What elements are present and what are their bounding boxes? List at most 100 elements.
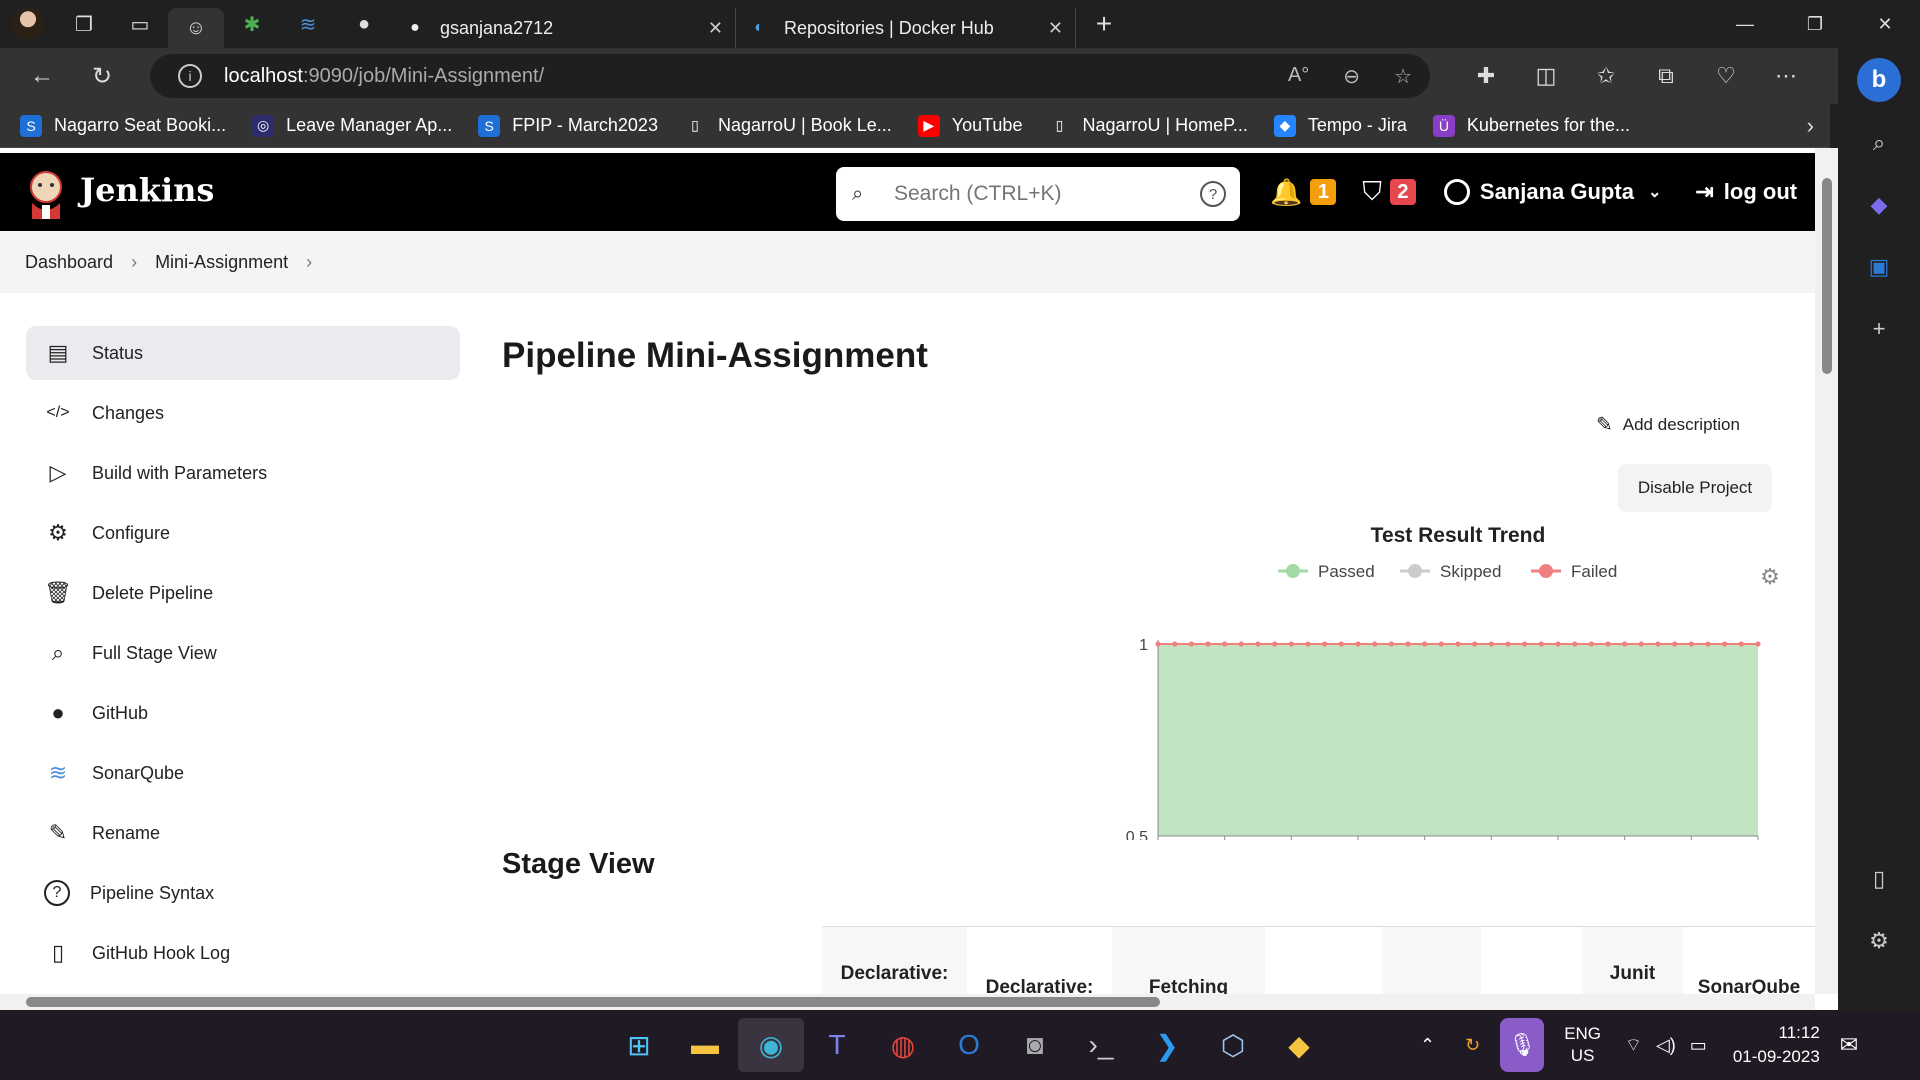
wifi-icon[interactable]: ⌔ [1625,1034,1642,1057]
favorites-icon[interactable]: ✩ [1576,63,1636,89]
bookmark-item[interactable]: Ü Kubernetes for the... [1432,114,1630,137]
pinned-tab-sonarqube[interactable]: ≋ [280,0,336,48]
vertical-scrollbar[interactable] [1815,148,1838,994]
collections-icon[interactable]: ⧉ [1636,63,1696,89]
pinned-tab-github[interactable]: ● [336,0,392,48]
outlook-icon[interactable]: O [936,1018,1002,1072]
sidebar-item-label: Changes [92,402,165,423]
teams-icon[interactable]: T [804,1018,870,1072]
bookmark-item[interactable]: ▯ NagarroU | HomeP... [1048,114,1248,137]
performance-icon[interactable]: ♡ [1696,63,1756,89]
pinned-tab-jfrog[interactable]: ✱ [224,0,280,48]
sidebar-item-sonarqube[interactable]: ≋ SonarQube [26,746,460,800]
url-field[interactable]: i localhost:9090/job/Mini-Assignment/ A°… [150,54,1430,98]
close-icon[interactable]: ✕ [1048,18,1063,39]
language-indicator[interactable]: ENG US [1564,1023,1601,1067]
sidebar-item-changes[interactable]: </> Changes [26,386,460,440]
sidebar-toggle-icon[interactable]: ▯ [1838,848,1920,910]
gear-icon[interactable]: ⚙ [1760,565,1780,590]
failed-point [1688,641,1694,647]
copilot-icon[interactable]: ◆ [1838,174,1920,236]
outlook-icon[interactable]: ▣ [1838,236,1920,298]
bing-chat-icon[interactable]: b [1838,48,1920,112]
favorite-star-icon[interactable]: ☆ [1394,64,1412,89]
read-aloud-icon[interactable]: A° [1288,64,1309,89]
zoom-icon[interactable]: ⊖ [1343,64,1360,89]
settings-icon[interactable]: ⚙ [1838,910,1920,972]
collections-icon[interactable]: ❐ [56,0,112,48]
volume-icon[interactable]: ◁) [1656,1035,1676,1056]
disable-project-button[interactable]: Disable Project [1618,464,1772,512]
minimize-icon[interactable]: — [1710,0,1780,48]
refresh-icon[interactable]: ↻ [72,48,132,104]
sidebar-item-delete-pipeline[interactable]: 🗑 Delete Pipeline [26,566,460,620]
jenkins-logo-icon[interactable] [26,169,66,219]
sidebar-item-rename[interactable]: ✎ Rename [26,806,460,860]
microphone-icon[interactable]: 🎙 [1500,1018,1545,1072]
sidebar-item-build-with-parameters[interactable]: ▷ Build with Parameters [26,446,460,500]
bookmark-item[interactable]: ◎ Leave Manager Ap... [252,114,452,137]
file-explorer-icon[interactable]: ▬ [672,1018,738,1072]
chevron-up-icon[interactable]: ⌃ [1420,1035,1435,1056]
edge-sidebar: b ⌕ ◆ ▣ + ▯ ⚙ [1838,48,1920,1010]
split-screen-icon[interactable]: ◫ [1516,63,1576,89]
edge-icon[interactable]: ◉ [738,1018,804,1072]
shield-icon[interactable]: ⛉ [1362,176,1382,208]
more-menu-icon[interactable]: ⋯ [1756,63,1816,89]
tab-docker-hub[interactable]: ◐ Repositories | Docker Hub ✕ [736,8,1076,48]
help-icon[interactable]: ? [1200,181,1226,207]
failed-point [1672,641,1678,647]
sidebar-item-status[interactable]: ▤ Status [26,326,460,380]
breadcrumb: Dashboard › Mini-Assignment › [0,231,1815,293]
close-window-icon[interactable]: ✕ [1850,0,1920,48]
logout-label: log out [1723,179,1798,204]
chevron-right-icon[interactable]: › [306,252,312,273]
search-input[interactable] [894,182,1194,206]
sidebar-item-github[interactable]: ● GitHub [26,686,460,740]
search-icon[interactable]: ⌕ [1838,112,1920,174]
bell-icon[interactable]: 🔔 [1270,177,1302,208]
virtualbox-icon[interactable]: ⬡ [1200,1018,1266,1072]
sidebar-item-github-hook-log[interactable]: ▯ GitHub Hook Log [26,926,460,980]
camera-icon[interactable]: ◙ [1002,1018,1068,1072]
folder-app-icon[interactable]: ◆ [1266,1018,1332,1072]
sync-icon[interactable]: ↻ [1465,1035,1480,1056]
clock[interactable]: 11:12 01-09-2023 [1733,1021,1820,1069]
profile-avatar[interactable] [0,0,56,48]
security-badge[interactable]: 2 [1389,179,1416,205]
jenkins-title[interactable]: Jenkins [80,171,214,209]
back-icon[interactable]: ← [12,48,72,104]
chevron-right-icon[interactable]: › [1807,113,1814,139]
tab-github[interactable]: ● gsanjana2712 ✕ [392,8,736,48]
add-description-link[interactable]: ✎ Add description [1596,412,1740,437]
bookmark-item[interactable]: ◆ Tempo - Jira [1273,114,1407,137]
add-icon[interactable]: + [1838,298,1920,360]
sidebar-item-configure[interactable]: ⚙ Configure [26,506,460,560]
restore-icon[interactable]: ❐ [1780,0,1850,48]
bookmark-item[interactable]: ▶ YouTube [917,114,1022,137]
breadcrumb-dashboard[interactable]: Dashboard [25,252,113,273]
horizontal-scrollbar[interactable] [0,994,1815,1010]
terminal-icon[interactable]: ›_ [1068,1018,1134,1072]
tab-actions-icon[interactable]: ▭ [112,0,168,48]
site-info-icon[interactable]: i [178,64,202,88]
bookmark-item[interactable]: S FPIP - March2023 [478,114,658,137]
breadcrumb-mini-assignment[interactable]: Mini-Assignment [155,252,288,273]
bookmark-item[interactable]: ▯ NagarroU | Book Le... [683,114,892,137]
sidebar-item-pipeline-syntax[interactable]: ? Pipeline Syntax [26,866,460,920]
close-icon[interactable]: ✕ [708,18,723,39]
user-menu[interactable]: Sanjana Gupta ⌄ [1443,179,1661,205]
battery-icon[interactable]: ▭ [1690,1035,1707,1056]
vscode-icon[interactable]: ❯ [1134,1018,1200,1072]
search-box[interactable]: ⌕ ? [836,167,1240,221]
logout-button[interactable]: ⇥ log out [1695,179,1797,205]
pinned-tab-jenkins[interactable]: ☺ [168,8,224,48]
sidebar-item-full-stage-view[interactable]: ⌕ Full Stage View [26,626,460,680]
extensions-icon[interactable]: ✚ [1456,63,1516,89]
chrome-icon[interactable]: ◍ [870,1018,936,1072]
start-icon[interactable]: ⊞ [606,1018,672,1072]
new-tab-icon[interactable]: + [1076,0,1132,48]
notifications-icon[interactable]: ✉ [1840,1032,1858,1058]
bookmark-item[interactable]: S Nagarro Seat Booki... [20,114,226,137]
notifications-badge[interactable]: 1 [1310,179,1337,205]
